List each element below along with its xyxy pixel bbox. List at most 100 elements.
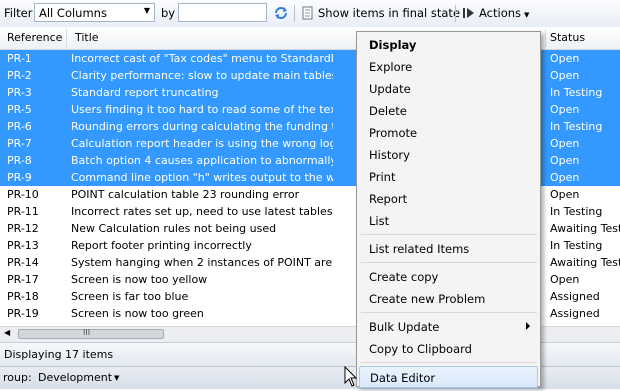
chevron-down-icon: ▼ xyxy=(143,6,150,15)
scrollbar-thumb[interactable]: III xyxy=(18,328,164,339)
group-label: roup: xyxy=(3,371,32,384)
menu-item-create-new-problem[interactable]: Create new Problem xyxy=(359,288,538,310)
menu-item-report[interactable]: Report xyxy=(359,188,538,210)
cell-reference: PR-18 xyxy=(7,290,39,303)
menu-separator xyxy=(361,234,537,235)
column-header-title[interactable]: Title xyxy=(75,31,99,44)
menu-item-promote[interactable]: Promote xyxy=(359,122,538,144)
menu-item-label: Report xyxy=(369,192,408,206)
chevron-down-icon: ▼ xyxy=(114,374,120,382)
cell-title: Calculation report header is using the w… xyxy=(71,137,333,150)
toolbar-separator xyxy=(294,5,295,22)
cell-title: Incorrect cast of "Tax codes" menu to St… xyxy=(71,52,333,65)
cell-title: Incorrect rates set up, need to use late… xyxy=(71,205,333,218)
cell-title: Batch option 4 causes application to abn… xyxy=(71,154,333,167)
menu-item-list-related-items[interactable]: List related Items xyxy=(359,238,538,260)
refresh-icon[interactable] xyxy=(273,5,289,24)
cell-title: Clarity performance: slow to update main… xyxy=(71,69,333,82)
menu-item-update[interactable]: Update xyxy=(359,78,538,100)
group-value: Development xyxy=(38,371,113,384)
cell-reference: PR-2 xyxy=(7,69,32,82)
menu-item-label: Create copy xyxy=(369,270,439,284)
menu-item-label: Update xyxy=(369,82,411,96)
cell-title: Command line option "h" writes output to… xyxy=(71,171,333,184)
menu-separator xyxy=(361,262,537,263)
menu-item-label: Delete xyxy=(369,104,407,118)
column-header-reference[interactable]: Reference xyxy=(7,31,62,44)
cell-reference: PR-9 xyxy=(7,171,32,184)
submenu-arrow-icon xyxy=(526,322,530,330)
chevron-down-icon: ▼ xyxy=(524,11,530,19)
cell-status: Assigned xyxy=(550,290,600,303)
cell-title: Screen is now too yellow xyxy=(71,273,208,286)
menu-item-print[interactable]: Print xyxy=(359,166,538,188)
cell-status: Open xyxy=(550,103,580,116)
cell-status: Open xyxy=(550,188,580,201)
by-label: by xyxy=(161,6,176,20)
cell-status: Open xyxy=(550,171,580,184)
cell-reference: PR-7 xyxy=(7,137,32,150)
cell-title: Report footer printing incorrectly xyxy=(71,239,252,252)
item-count-text: Displaying 17 items xyxy=(4,348,114,361)
cell-status: In Testing xyxy=(550,205,603,218)
cell-reference: PR-12 xyxy=(7,222,39,235)
menu-item-display[interactable]: Display xyxy=(359,34,538,56)
cell-status: Open xyxy=(550,154,580,167)
cell-status: Open xyxy=(550,137,580,150)
menu-separator xyxy=(361,362,537,363)
actions-label: Actions xyxy=(479,6,522,20)
menu-item-label: Data Editor xyxy=(370,371,436,385)
group-select[interactable]: Development ▼ xyxy=(36,369,126,387)
filter-column-select[interactable]: All Columns ▼ xyxy=(34,3,155,22)
menu-item-label: List xyxy=(369,214,390,228)
menu-item-list[interactable]: List xyxy=(359,210,538,232)
cell-title: Users finding it too hard to read some o… xyxy=(71,103,333,116)
column-divider[interactable] xyxy=(66,29,67,47)
toolbar: Filter All Columns ▼ by Show items in fi… xyxy=(0,0,620,28)
cell-reference: PR-1 xyxy=(7,52,32,65)
menu-item-label: Display xyxy=(369,38,417,52)
menu-item-label: Promote xyxy=(369,126,418,140)
cell-reference: PR-5 xyxy=(7,103,32,116)
scrollbar-grip: III xyxy=(83,328,91,337)
column-divider[interactable] xyxy=(545,29,546,47)
menu-item-label: Copy to Clipboard xyxy=(369,342,472,356)
toolbar-separator xyxy=(455,5,456,22)
menu-item-history[interactable]: History xyxy=(359,144,538,166)
show-final-state-label: Show items in final state xyxy=(318,6,461,20)
menu-item-label: History xyxy=(369,148,410,162)
cell-reference: PR-11 xyxy=(7,205,39,218)
cell-status: Open xyxy=(550,69,580,82)
column-header-status[interactable]: Status xyxy=(550,31,585,44)
menu-item-label: Print xyxy=(369,170,396,184)
scroll-left-arrow-icon[interactable]: ◀ xyxy=(4,328,10,337)
page-icon xyxy=(302,6,314,23)
cell-status: Awaiting Test xyxy=(550,256,620,269)
cell-reference: PR-8 xyxy=(7,154,32,167)
cell-reference: PR-3 xyxy=(7,86,32,99)
cell-title: POINT calculation table 23 rounding erro… xyxy=(71,188,300,201)
show-final-state-button[interactable]: Show items in final state xyxy=(300,3,460,24)
actions-menu-button[interactable]: Actions ▼ xyxy=(460,3,536,24)
menu-item-label: Create new Problem xyxy=(369,292,486,306)
cell-reference: PR-13 xyxy=(7,239,39,252)
cell-title: Rounding errors during calculating the f… xyxy=(71,120,333,133)
menu-item-copy-to-clipboard[interactable]: Copy to Clipboard xyxy=(359,338,538,360)
filter-label: Filter xyxy=(4,6,33,20)
cell-title: Standard report truncating xyxy=(71,86,219,99)
menu-item-label: Bulk Update xyxy=(369,320,440,334)
menu-item-delete[interactable]: Delete xyxy=(359,100,538,122)
filter-column-value: All Columns xyxy=(39,6,107,20)
cell-status: In Testing xyxy=(550,120,603,133)
menu-item-explore[interactable]: Explore xyxy=(359,56,538,78)
cell-title: Screen is now too green xyxy=(71,307,204,320)
menu-item-data-editor[interactable]: Data Editor xyxy=(359,366,538,388)
cell-status: Open xyxy=(550,52,580,65)
menu-item-bulk-update[interactable]: Bulk Update xyxy=(359,316,538,338)
cell-status: Open xyxy=(550,273,580,286)
cell-status: Awaiting Test xyxy=(550,222,620,235)
menu-item-create-copy[interactable]: Create copy xyxy=(359,266,538,288)
cell-title: Screen is far too blue xyxy=(71,290,189,303)
cell-status: Assigned xyxy=(550,307,600,320)
filter-by-input[interactable] xyxy=(178,3,267,22)
